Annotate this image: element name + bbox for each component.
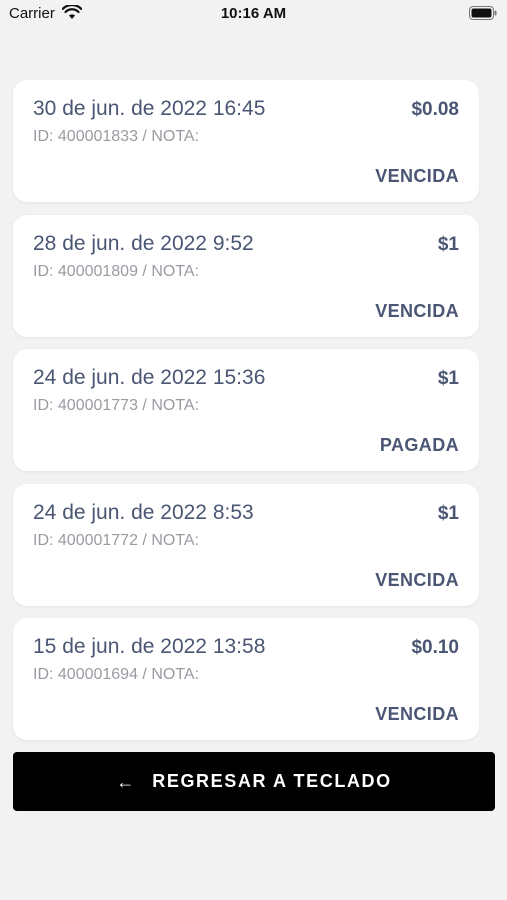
transaction-id-note: ID: 400001809 / NOTA: (33, 262, 200, 280)
transaction-amount: $1 (437, 502, 459, 524)
transaction-card[interactable]: 30 de jun. de 2022 16:45 $0.08 ID: 40000… (13, 80, 479, 202)
back-button-label: REGRESAR A TECLADO (152, 771, 392, 791)
transaction-id-note: ID: 400001833 / NOTA: (33, 128, 200, 145)
status-time: 10:16 AM (220, 5, 287, 22)
transaction-list: 30 de jun. de 2022 16:45 $0.08 ID: 40000… (13, 80, 479, 753)
transaction-id-note: ID: 400001773 / NOTA: (33, 397, 200, 414)
transaction-status: VENCIDA (375, 569, 459, 590)
transaction-id-note: ID: 400001772 / NOTA: (33, 531, 200, 549)
transaction-id-note: ID: 400001694 / NOTA: (33, 666, 200, 683)
arrow-left-icon: ← (116, 771, 135, 792)
transaction-status: VENCIDA (375, 166, 459, 186)
transaction-date: 30 de jun. de 2022 16:45 (33, 97, 266, 120)
transaction-amount: $0.08 (411, 99, 459, 120)
transaction-date: 28 de jun. de 2022 9:52 (33, 231, 254, 255)
transaction-card[interactable]: 15 de jun. de 2022 13:58 $0.10 ID: 40000… (13, 618, 479, 740)
transaction-status: PAGADA (379, 435, 459, 455)
back-to-keypad-button[interactable]: ← REGRESAR A TECLADO (13, 752, 495, 811)
transaction-date: 24 de jun. de 2022 15:36 (33, 366, 266, 389)
battery-icon (469, 6, 497, 20)
transaction-date: 24 de jun. de 2022 8:53 (33, 500, 254, 524)
transaction-date: 15 de jun. de 2022 13:58 (33, 635, 266, 658)
transaction-amount: $1 (437, 233, 459, 255)
status-bar: Carrier 10:16 AM (0, 0, 507, 30)
transaction-status: VENCIDA (375, 300, 459, 321)
transaction-card[interactable]: 24 de jun. de 2022 8:53 $1 ID: 400001772… (13, 483, 479, 606)
transaction-amount: $1 (437, 368, 459, 389)
transaction-amount: $0.10 (411, 637, 459, 658)
transaction-card[interactable]: 24 de jun. de 2022 15:36 $1 ID: 40000177… (13, 349, 479, 471)
transaction-status: VENCIDA (375, 704, 459, 724)
transaction-card[interactable]: 28 de jun. de 2022 9:52 $1 ID: 400001809… (13, 214, 479, 337)
